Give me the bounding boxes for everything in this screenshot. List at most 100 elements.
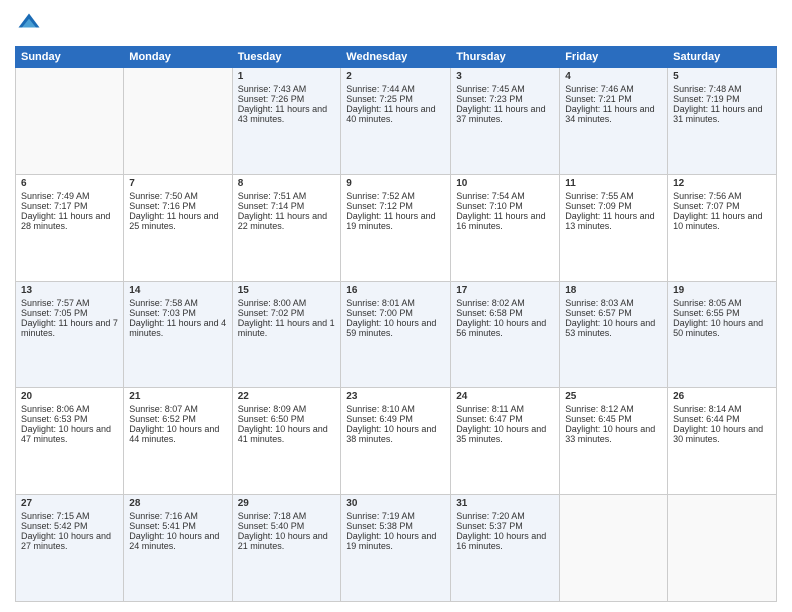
sunset-text: Sunset: 7:26 PM [238, 94, 336, 104]
sunset-text: Sunset: 7:12 PM [346, 201, 445, 211]
sunrise-text: Sunrise: 7:54 AM [456, 191, 554, 201]
daylight-text: Daylight: 10 hours and 24 minutes. [129, 531, 226, 551]
calendar-cell: 29Sunrise: 7:18 AMSunset: 5:40 PMDayligh… [232, 495, 341, 602]
sunrise-text: Sunrise: 7:50 AM [129, 191, 226, 201]
day-number: 23 [346, 391, 445, 402]
sunset-text: Sunset: 7:21 PM [565, 94, 662, 104]
daylight-text: Daylight: 10 hours and 47 minutes. [21, 424, 118, 444]
calendar-cell: 13Sunrise: 7:57 AMSunset: 7:05 PMDayligh… [16, 281, 124, 388]
daylight-text: Daylight: 11 hours and 1 minute. [238, 318, 336, 338]
calendar-cell: 10 Sunrise: 7:54 AMSunset: 7:10 PMDayligh… [451, 174, 560, 281]
sunrise-text: Sunrise: 8:05 AM [673, 298, 771, 308]
day-number: 4 [565, 71, 662, 82]
day-number: 9 [346, 178, 445, 189]
calendar-cell: 26 Sunrise: 8:14 AMSunset: 6:44 PMDayligh… [668, 388, 777, 495]
day-number: 22 [238, 391, 336, 402]
day-number: 27 [21, 498, 118, 509]
col-header-friday: Friday [560, 47, 668, 68]
day-number: 1 [238, 71, 336, 82]
daylight-text: Daylight: 11 hours and 43 minutes. [238, 104, 336, 124]
calendar-cell: 20Sunrise: 8:06 AMSunset: 6:53 PMDayligh… [16, 388, 124, 495]
calendar-cell: 31Sunrise: 7:20 AMSunset: 5:37 PMDayligh… [451, 495, 560, 602]
day-number: 10 [456, 178, 554, 189]
sunset-text: Sunset: 7:16 PM [129, 201, 226, 211]
calendar-cell: 18Sunrise: 8:03 AMSunset: 6:57 PMDayligh… [560, 281, 668, 388]
calendar-cell: 5Sunrise: 7:48 AMSunset: 7:19 PMDaylight… [668, 68, 777, 175]
daylight-text: Daylight: 11 hours and 16 minutes. [456, 211, 554, 231]
calendar-cell: 6Sunrise: 7:49 AMSunset: 7:17 PMDaylight… [16, 174, 124, 281]
sunset-text: Sunset: 5:42 PM [21, 521, 118, 531]
sunrise-text: Sunrise: 7:46 AM [565, 84, 662, 94]
daylight-text: Daylight: 11 hours and 34 minutes. [565, 104, 662, 124]
calendar-cell [124, 68, 232, 175]
sunset-text: Sunset: 7:23 PM [456, 94, 554, 104]
daylight-text: Daylight: 11 hours and 37 minutes. [456, 104, 554, 124]
day-number: 19 [673, 285, 771, 296]
daylight-text: Daylight: 10 hours and 41 minutes. [238, 424, 336, 444]
page: SundayMondayTuesdayWednesdayThursdayFrid… [0, 0, 792, 612]
sunrise-text: Sunrise: 7:20 AM [456, 511, 554, 521]
calendar-cell: 8Sunrise: 7:51 AMSunset: 7:14 PMDaylight… [232, 174, 341, 281]
sunrise-text: Sunrise: 8:02 AM [456, 298, 554, 308]
day-number: 13 [21, 285, 118, 296]
daylight-text: Daylight: 11 hours and 10 minutes. [673, 211, 771, 231]
sunset-text: Sunset: 6:53 PM [21, 414, 118, 424]
daylight-text: Daylight: 10 hours and 44 minutes. [129, 424, 226, 444]
day-number: 26 [673, 391, 771, 402]
daylight-text: Daylight: 11 hours and 28 minutes. [21, 211, 118, 231]
day-number: 20 [21, 391, 118, 402]
col-header-tuesday: Tuesday [232, 47, 341, 68]
sunset-text: Sunset: 6:50 PM [238, 414, 336, 424]
sunset-text: Sunset: 7:14 PM [238, 201, 336, 211]
daylight-text: Daylight: 10 hours and 30 minutes. [673, 424, 771, 444]
day-number: 25 [565, 391, 662, 402]
sunset-text: Sunset: 6:47 PM [456, 414, 554, 424]
calendar-cell: 16Sunrise: 8:01 AMSunset: 7:00 PMDayligh… [341, 281, 451, 388]
daylight-text: Daylight: 11 hours and 31 minutes. [673, 104, 771, 124]
col-header-monday: Monday [124, 47, 232, 68]
calendar-cell [560, 495, 668, 602]
week-row-4: 20Sunrise: 8:06 AMSunset: 6:53 PMDayligh… [16, 388, 777, 495]
day-number: 30 [346, 498, 445, 509]
col-header-saturday: Saturday [668, 47, 777, 68]
sunrise-text: Sunrise: 8:07 AM [129, 404, 226, 414]
day-number: 3 [456, 71, 554, 82]
day-number: 7 [129, 178, 226, 189]
sunset-text: Sunset: 7:00 PM [346, 308, 445, 318]
calendar-cell: 15Sunrise: 8:00 AMSunset: 7:02 PMDayligh… [232, 281, 341, 388]
sunrise-text: Sunrise: 7:48 AM [673, 84, 771, 94]
sunrise-text: Sunrise: 7:19 AM [346, 511, 445, 521]
daylight-text: Daylight: 10 hours and 38 minutes. [346, 424, 445, 444]
sunset-text: Sunset: 6:44 PM [673, 414, 771, 424]
daylight-text: Daylight: 10 hours and 33 minutes. [565, 424, 662, 444]
calendar-cell: 3Sunrise: 7:45 AMSunset: 7:23 PMDaylight… [451, 68, 560, 175]
header-row: SundayMondayTuesdayWednesdayThursdayFrid… [16, 47, 777, 68]
calendar-cell: 11Sunrise: 7:55 AMSunset: 7:09 PMDayligh… [560, 174, 668, 281]
calendar-cell [16, 68, 124, 175]
col-header-sunday: Sunday [16, 47, 124, 68]
sunrise-text: Sunrise: 8:01 AM [346, 298, 445, 308]
calendar-cell: 28Sunrise: 7:16 AMSunset: 5:41 PMDayligh… [124, 495, 232, 602]
daylight-text: Daylight: 10 hours and 19 minutes. [346, 531, 445, 551]
sunrise-text: Sunrise: 8:14 AM [673, 404, 771, 414]
sunrise-text: Sunrise: 7:15 AM [21, 511, 118, 521]
sunrise-text: Sunrise: 8:11 AM [456, 404, 554, 414]
sunset-text: Sunset: 6:52 PM [129, 414, 226, 424]
sunset-text: Sunset: 7:25 PM [346, 94, 445, 104]
week-row-3: 13Sunrise: 7:57 AMSunset: 7:05 PMDayligh… [16, 281, 777, 388]
daylight-text: Daylight: 11 hours and 40 minutes. [346, 104, 445, 124]
daylight-text: Daylight: 10 hours and 27 minutes. [21, 531, 118, 551]
sunset-text: Sunset: 6:49 PM [346, 414, 445, 424]
sunrise-text: Sunrise: 8:03 AM [565, 298, 662, 308]
daylight-text: Daylight: 11 hours and 13 minutes. [565, 211, 662, 231]
sunrise-text: Sunrise: 7:56 AM [673, 191, 771, 201]
sunrise-text: Sunrise: 7:18 AM [238, 511, 336, 521]
sunset-text: Sunset: 5:40 PM [238, 521, 336, 531]
sunrise-text: Sunrise: 7:58 AM [129, 298, 226, 308]
calendar-cell: 7Sunrise: 7:50 AMSunset: 7:16 PMDaylight… [124, 174, 232, 281]
sunset-text: Sunset: 7:10 PM [456, 201, 554, 211]
sunset-text: Sunset: 7:03 PM [129, 308, 226, 318]
calendar-cell: 30Sunrise: 7:19 AMSunset: 5:38 PMDayligh… [341, 495, 451, 602]
calendar-cell: 24Sunrise: 8:11 AMSunset: 6:47 PMDayligh… [451, 388, 560, 495]
day-number: 11 [565, 178, 662, 189]
